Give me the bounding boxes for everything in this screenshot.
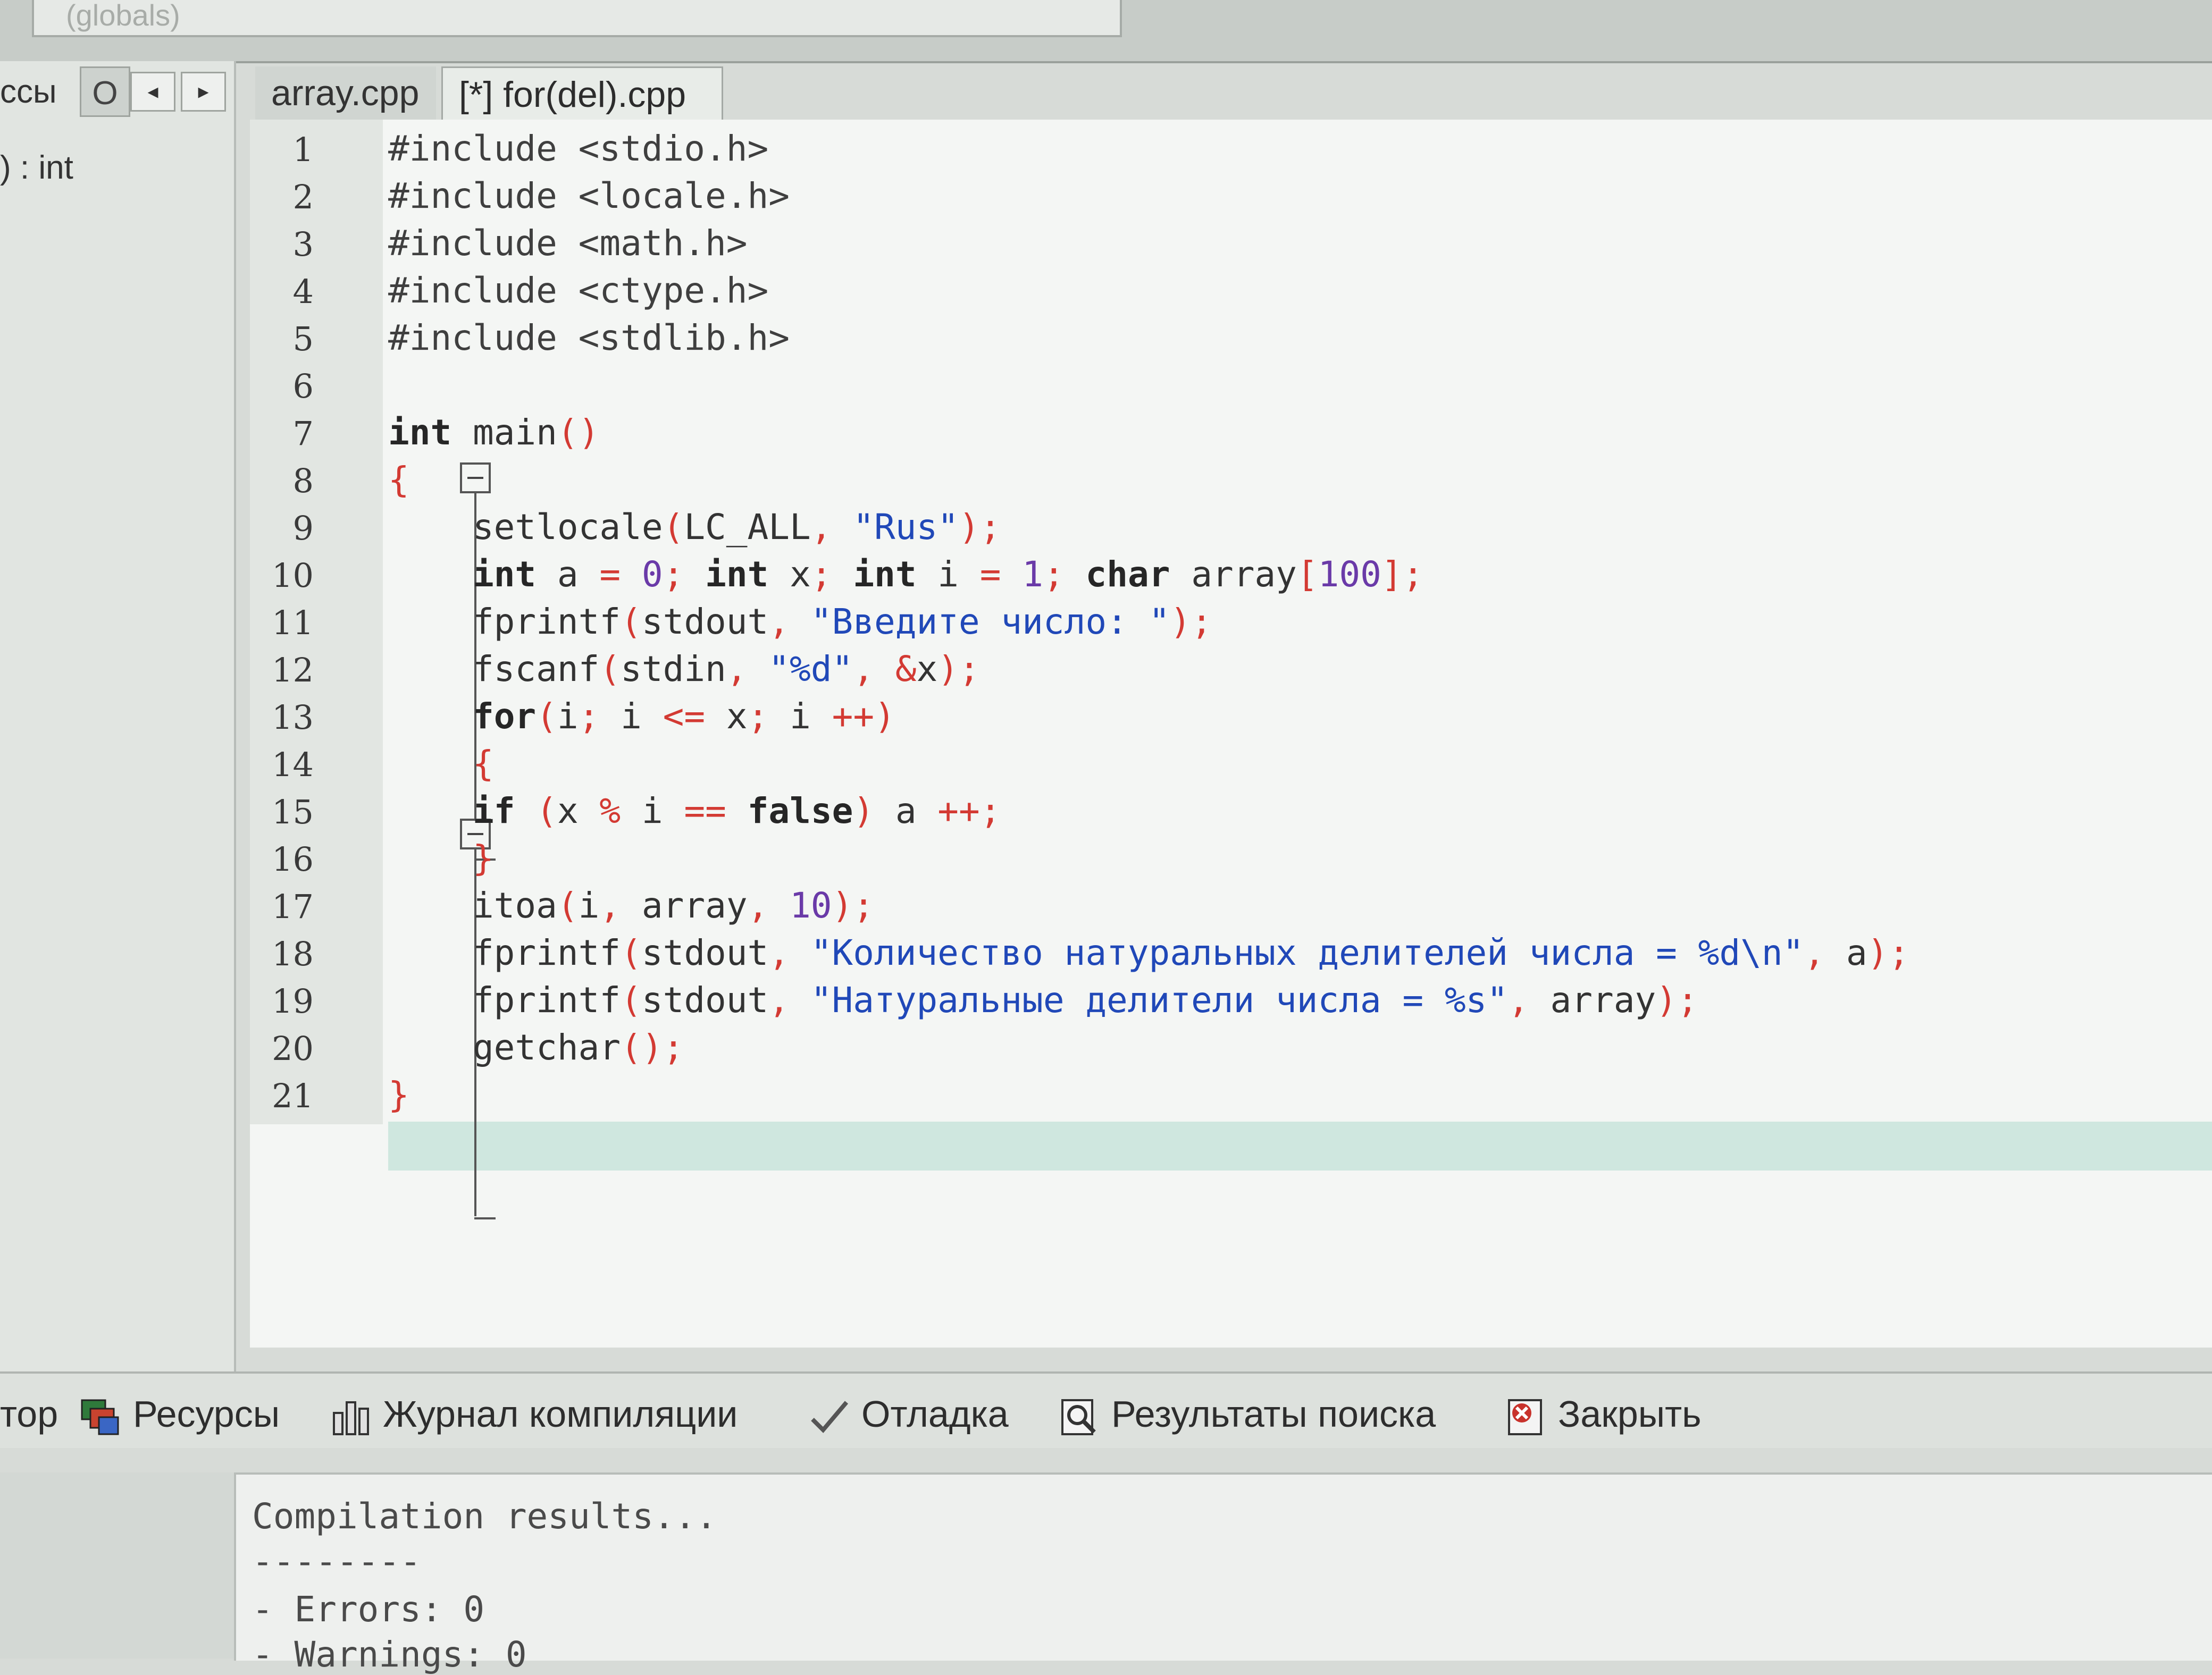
scope-combo[interactable]: (globals) xyxy=(32,0,1122,37)
tab-search-results[interactable]: Результаты поиска xyxy=(1058,1393,1436,1435)
code-line[interactable]: for(i; i <= x; i ++) xyxy=(388,696,895,737)
output-line: Compilation results... xyxy=(252,1496,717,1537)
code-editor[interactable]: 1 2 3 4 5 6 7 8 9 10 11 12 13 14 15 16 17 18 19 20 21 #inclu… xyxy=(250,120,2212,1348)
code-line[interactable]: { xyxy=(388,459,409,500)
line-number: 4 xyxy=(292,272,314,311)
code-line[interactable]: if (x % i == false) a ++; xyxy=(388,790,1001,831)
class-browser-panel xyxy=(0,61,236,1390)
tab-o[interactable]: О xyxy=(80,66,130,117)
line-number: 2 xyxy=(292,178,314,216)
line-number: 1 xyxy=(292,130,314,169)
line-number: 9 xyxy=(292,509,314,548)
line-number: 13 xyxy=(272,698,314,737)
output-line: -------- xyxy=(252,1541,421,1582)
code-line[interactable]: fprintf(stdout, "Натуральные делители чи… xyxy=(388,980,1698,1021)
compile-log-icon xyxy=(333,1401,369,1435)
line-number: 18 xyxy=(272,935,314,973)
line-number: 11 xyxy=(272,603,314,642)
line-number: 6 xyxy=(292,367,314,406)
debug-check-icon xyxy=(811,1400,849,1433)
output-side-panel xyxy=(0,1472,234,1659)
line-number: 21 xyxy=(272,1076,314,1115)
resources-icon xyxy=(81,1399,119,1435)
line-number: 8 xyxy=(292,461,314,500)
tab-close[interactable]: Закрыть xyxy=(1505,1393,1702,1435)
code-line[interactable]: #include <stdlib.h> xyxy=(388,317,790,358)
current-line-highlight xyxy=(388,1122,2212,1171)
tab-classes[interactable]: ссы xyxy=(0,66,80,117)
fold-toggle-main[interactable] xyxy=(460,462,491,493)
tab-debug[interactable]: Отладка xyxy=(808,1393,1009,1435)
code-line[interactable]: setlocale(LC_ALL, "Rus"); xyxy=(388,507,1001,548)
line-number: 14 xyxy=(272,745,314,784)
search-results-icon xyxy=(1061,1399,1096,1435)
class-browser-item[interactable]: ) : int xyxy=(0,149,73,187)
code-line[interactable]: fscanf(stdin, "%d", &x); xyxy=(388,649,980,689)
line-number: 12 xyxy=(272,651,314,689)
line-number: 7 xyxy=(292,414,314,453)
tab-compile-log[interactable]: Журнал компиляции xyxy=(330,1393,738,1435)
output-line: - Warnings: 0 xyxy=(252,1634,527,1675)
output-line: - Errors: 0 xyxy=(252,1589,485,1630)
line-number: 17 xyxy=(272,887,314,926)
tab-for-del-cpp[interactable]: [*] for(del).cpp xyxy=(441,66,723,120)
code-line[interactable]: itoa(i, array, 10); xyxy=(388,885,874,926)
code-line[interactable]: fprintf(stdout, "Количество натуральных … xyxy=(388,932,1909,973)
code-line[interactable]: int a = 0; int x; int i = 1; char array[… xyxy=(388,554,1423,595)
compile-output[interactable]: Compilation results... -------- - Errors… xyxy=(234,1472,2212,1675)
code-line[interactable]: #include <stdio.h> xyxy=(388,128,768,169)
code-line[interactable]: #include <math.h> xyxy=(388,223,748,264)
line-number: 5 xyxy=(292,319,314,358)
code-line[interactable]: #include <ctype.h> xyxy=(388,270,768,311)
code-line[interactable]: getchar(); xyxy=(388,1027,684,1068)
line-number: 15 xyxy=(272,793,314,831)
line-number: 16 xyxy=(272,840,314,879)
code-line[interactable]: { xyxy=(388,743,494,784)
close-icon xyxy=(1508,1399,1542,1435)
tab-editor[interactable]: тор xyxy=(0,1393,58,1435)
line-number: 19 xyxy=(272,982,314,1021)
line-number: 20 xyxy=(272,1029,314,1068)
tab-resources[interactable]: Ресурсы xyxy=(80,1393,280,1435)
line-number: 10 xyxy=(272,556,314,595)
line-number: 3 xyxy=(292,225,314,264)
arrow-left-icon[interactable]: ◂ xyxy=(130,72,175,112)
code-line[interactable]: } xyxy=(388,1074,409,1115)
code-line[interactable]: } xyxy=(388,838,494,879)
code-line[interactable]: int main() xyxy=(388,412,599,453)
code-line[interactable]: fprintf(stdout, "Введите число: "); xyxy=(388,601,1212,642)
tab-array-cpp[interactable]: array.cpp xyxy=(255,66,436,120)
arrow-right-icon[interactable]: ▸ xyxy=(181,72,226,112)
fold-end-tick xyxy=(474,1217,496,1219)
code-line[interactable]: #include <locale.h> xyxy=(388,175,790,216)
toolbar: (globals) xyxy=(0,0,2212,63)
